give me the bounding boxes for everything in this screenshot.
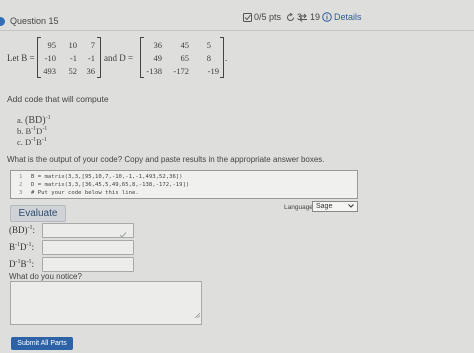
answer-b-colon: :	[31, 242, 35, 252]
line-number: 3	[19, 190, 23, 196]
matrix-d-cell: 8	[206, 53, 211, 63]
answer-a-expr: (BD)	[9, 225, 28, 235]
details-link[interactable]: Details	[322, 12, 362, 22]
answer-a-label: (BD)-1:	[9, 225, 35, 235]
answer-a-colon: :	[32, 225, 36, 235]
submit-all-parts-button[interactable]: Submit All Parts	[11, 337, 73, 350]
matrix-d-cell: -172	[173, 66, 189, 76]
tries-indicator: 19	[298, 12, 320, 22]
item-c: c. D-1B-1	[17, 137, 47, 147]
header-divider	[0, 30, 474, 31]
answer-b-label: B-1D-1:	[9, 242, 34, 252]
matrix-b-cell: -10	[44, 53, 56, 63]
matrix-b-cell: 52	[68, 66, 78, 76]
tries-count: 19	[310, 12, 321, 22]
answer-c-colon: :	[31, 259, 35, 269]
resize-handle-icon[interactable]	[194, 305, 201, 323]
notice-textarea[interactable]	[10, 281, 202, 325]
evaluate-button[interactable]: Evaluate	[10, 205, 66, 222]
answer-b-input[interactable]	[42, 240, 134, 255]
points-checkbox-icon	[243, 12, 252, 22]
item-c-label: c.	[17, 137, 23, 147]
matrix-d-cell: 65	[180, 53, 190, 63]
question-status-dot	[0, 17, 5, 26]
item-c-sup2: -1	[41, 137, 47, 144]
code-line[interactable]: # Put your code below this line.	[31, 190, 139, 196]
matrix-b-cell: 493	[43, 66, 56, 76]
question-title: Question 15	[10, 16, 59, 26]
swap-arrows-icon	[298, 13, 308, 22]
language-label: Language:	[284, 204, 315, 211]
item-b-sup2: -1	[42, 126, 48, 133]
details-label: Details	[334, 12, 362, 22]
add-code-instruction: Add code that will compute	[7, 94, 109, 104]
matrix-d-cell: 49	[153, 53, 163, 63]
matrix-b-cell: 10	[68, 40, 78, 50]
points-text: 0/5 pts	[254, 12, 282, 22]
notice-prompt: What do you notice?	[9, 272, 82, 281]
code-line[interactable]: B = matrix(3,3,[95,10,7,-10,-1,-1,493,52…	[31, 174, 183, 180]
matrix-d-cell: -19	[207, 66, 219, 76]
code-line[interactable]: D = matrix(3,3,[36,45,5,49,65,8,-138,-17…	[31, 182, 189, 188]
matrix-d: 36 45 5 49 65 8 -138 -172 -19	[140, 37, 224, 78]
let-b-text: Let B =	[7, 53, 35, 63]
answer-c-label: D-1B-1:	[9, 259, 34, 269]
info-icon	[322, 12, 332, 22]
code-editor[interactable]: 1 2 3 B = matrix(3,3,[95,10,7,-10,-1,-1,…	[10, 170, 358, 199]
matrix-d-cell: 5	[206, 40, 211, 50]
matrix-b-cell: -1	[69, 53, 77, 63]
matrix-b-cell: 95	[47, 40, 57, 50]
answer-a-input[interactable]	[42, 223, 134, 238]
answer-c-input[interactable]	[42, 257, 134, 272]
matrix-d-cell: 45	[180, 40, 190, 50]
and-d-text: and D =	[104, 53, 134, 63]
matrix-b: 95 10 7 -10 -1 -1 493 52 36	[37, 37, 101, 78]
matrix-d-cell: 36	[153, 40, 163, 50]
line-number: 2	[19, 182, 23, 188]
language-value: Sage	[316, 203, 333, 210]
item-a: a. (BD)-1	[17, 115, 51, 126]
chevron-down-icon	[348, 203, 354, 210]
item-b-label: b.	[17, 126, 24, 136]
line-number: 1	[19, 174, 23, 180]
language-select[interactable]: Sage	[312, 201, 358, 212]
output-prompt: What is the output of your code? Copy an…	[7, 155, 325, 164]
item-a-label: a.	[17, 115, 23, 125]
item-a-sup: -1	[45, 115, 51, 122]
matrix-b-cell: 7	[90, 40, 95, 50]
points-indicator: 0/5 pts	[243, 12, 281, 22]
matrix-b-cell: 36	[86, 66, 96, 76]
item-a-expr: (BD)	[25, 115, 46, 126]
item-b: b. B-1D-1	[17, 126, 47, 136]
statement-period: .	[225, 53, 228, 63]
matrix-b-cell: -1	[87, 53, 95, 63]
matrix-d-cell: -138	[146, 66, 162, 76]
retry-icon	[286, 12, 295, 22]
